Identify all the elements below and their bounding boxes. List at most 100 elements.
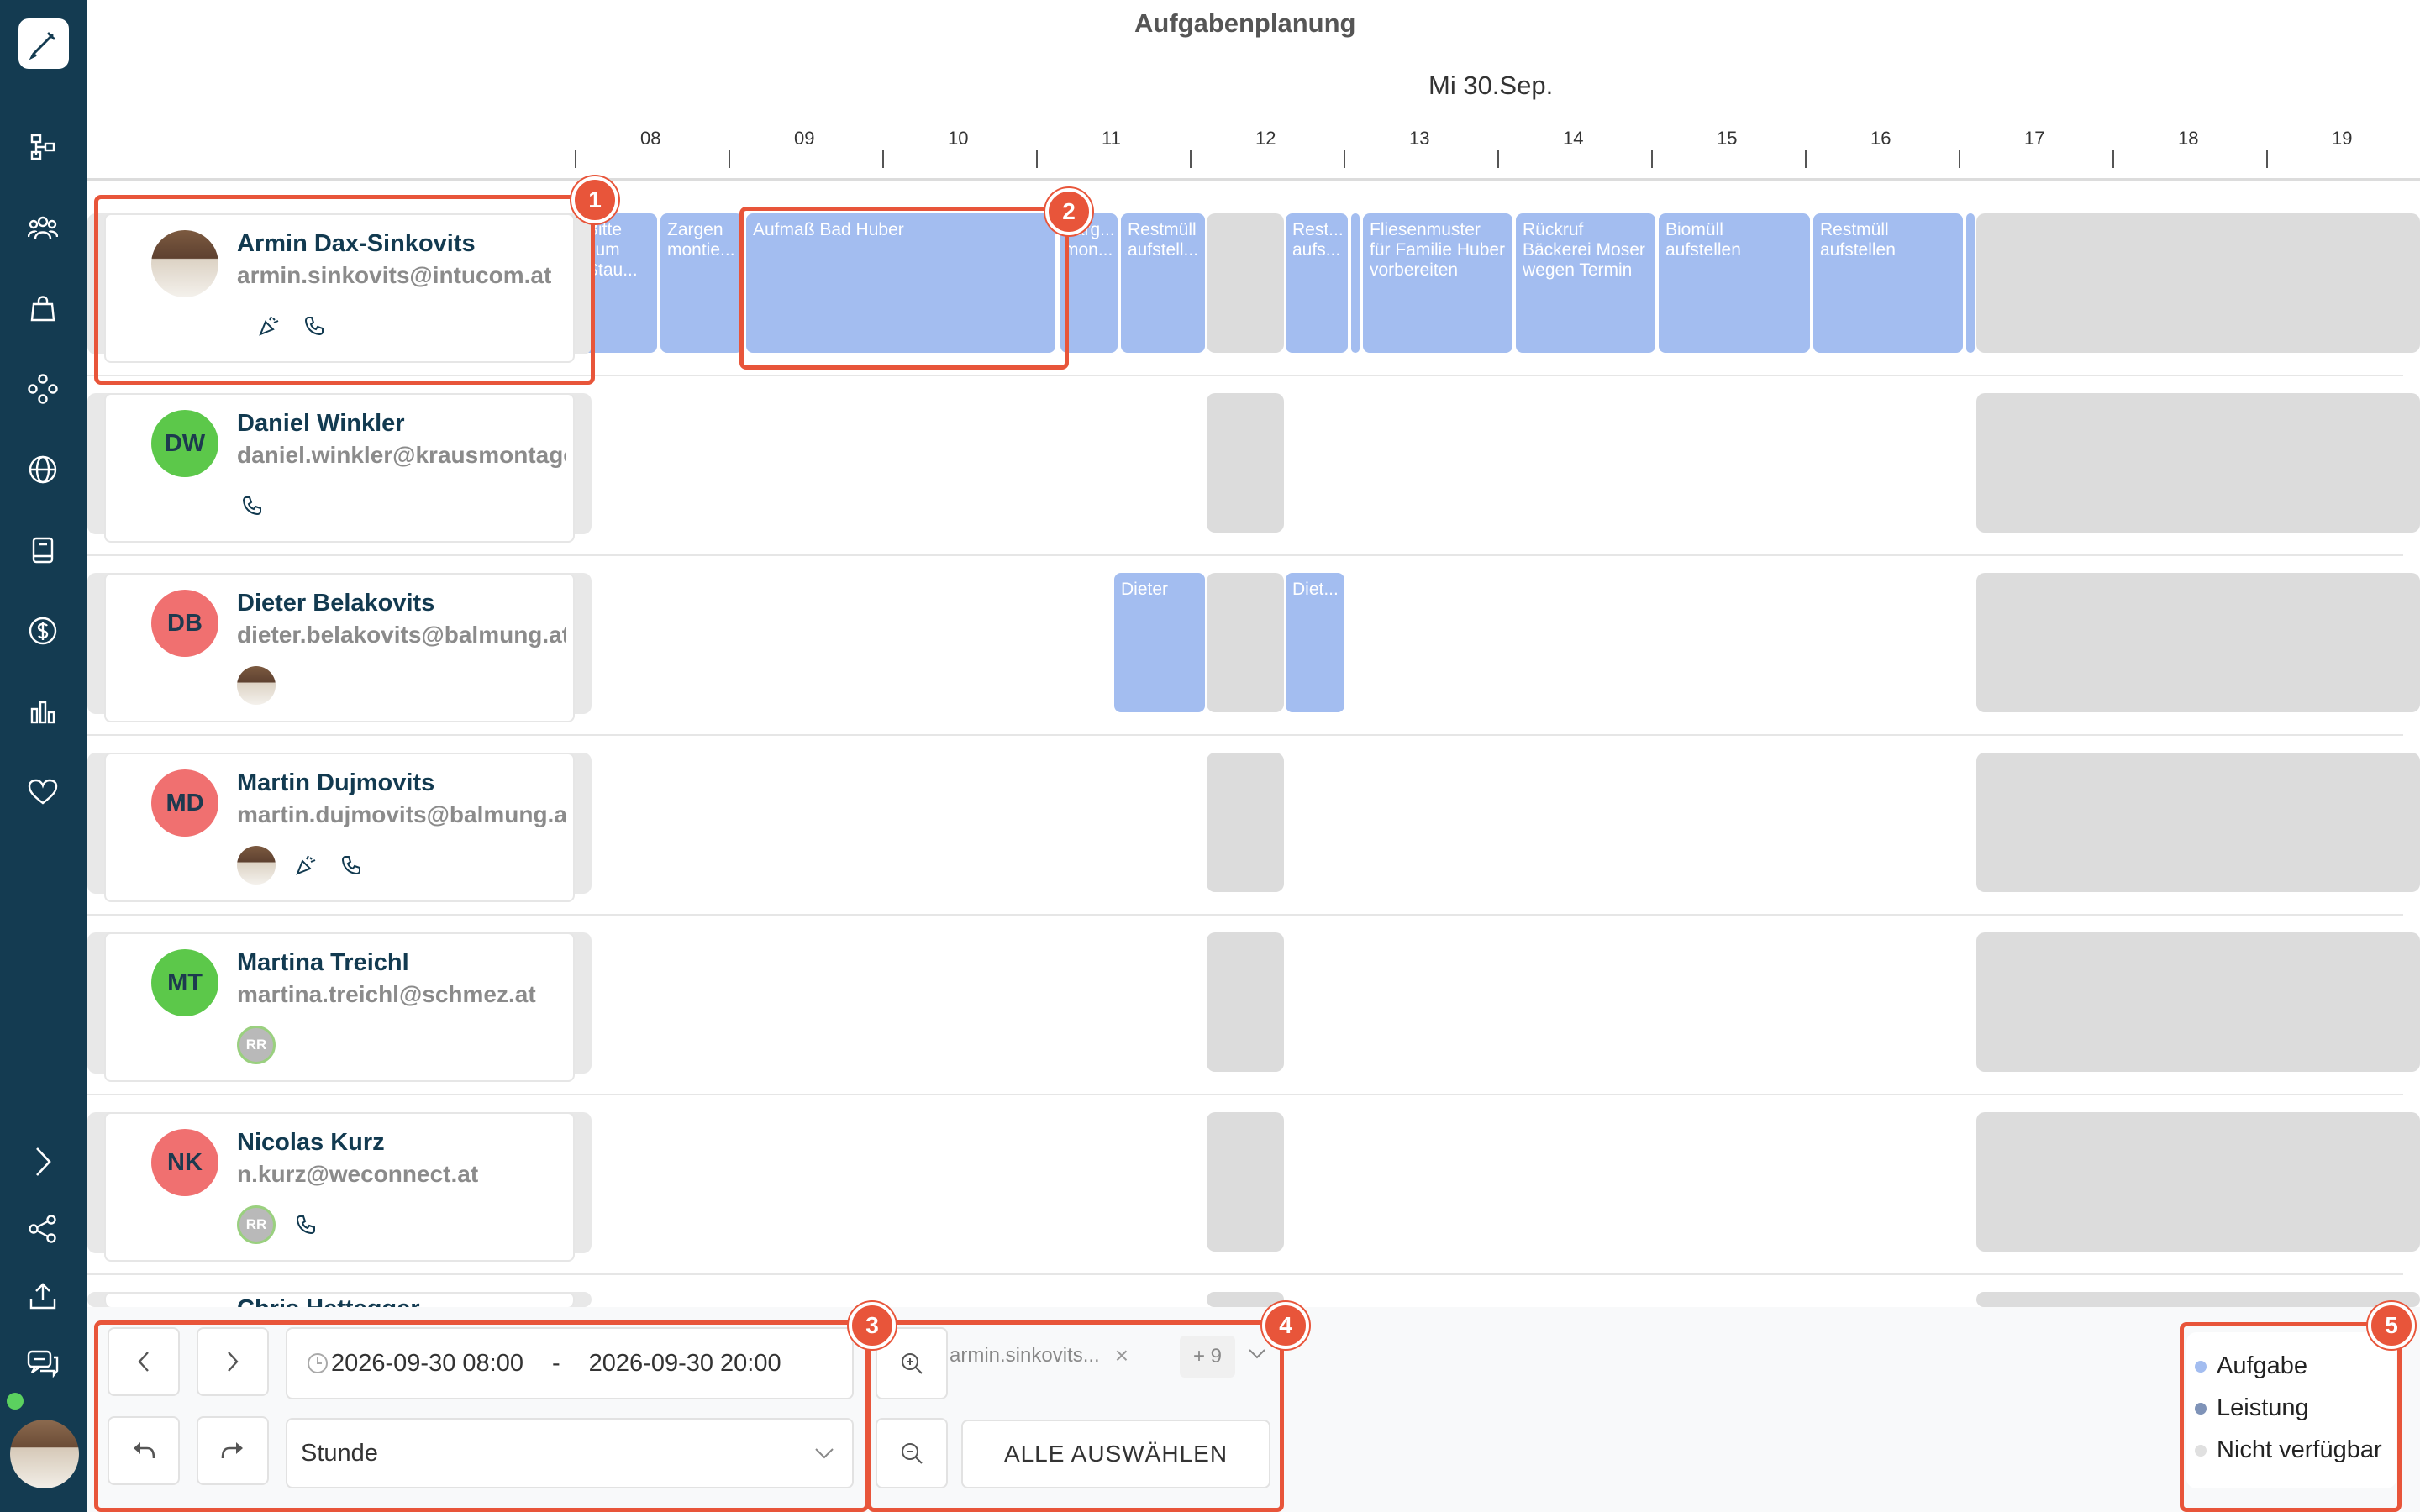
sidebar: [0, 0, 87, 1512]
book-icon[interactable]: [24, 531, 62, 570]
legend-item: Aufgabe: [2195, 1352, 2307, 1380]
employee-icons: [237, 665, 276, 706]
party-popper-icon[interactable]: [291, 850, 321, 880]
employee-email: daniel.winkler@krausmontage.at: [237, 442, 566, 468]
employee-name: Martina Treichl: [237, 949, 409, 976]
employee-card[interactable]: Armin Dax-Sinkovits armin.sinkovits@intu…: [104, 213, 575, 363]
hour-tick: [882, 150, 884, 168]
task-block[interactable]: [1351, 213, 1360, 353]
employee-name: Dieter Belakovits: [237, 590, 435, 617]
clock-icon: [308, 1353, 328, 1373]
initials-badge[interactable]: RR: [237, 1026, 276, 1064]
hour-label: 18: [2178, 128, 2199, 149]
task-block[interactable]: Restmüll aufstell...: [1121, 213, 1205, 353]
phone-icon[interactable]: [299, 311, 329, 341]
unavailable-block: [1207, 932, 1284, 1072]
task-block[interactable]: Rest... aufs...: [1286, 213, 1348, 353]
dollar-icon[interactable]: [24, 612, 62, 650]
employee-card[interactable]: DB Dieter Belakovits dieter.belakovits@b…: [104, 573, 575, 722]
filter-chip[interactable]: armin.sinkovits... ×: [950, 1336, 1128, 1376]
employee-card[interactable]: MD Martin Dujmovits martin.dujmovits@bal…: [104, 753, 575, 902]
row-divider: [87, 375, 2403, 376]
undo-button[interactable]: [108, 1416, 180, 1485]
current-user-avatar[interactable]: [10, 1420, 79, 1488]
phone-icon[interactable]: [237, 491, 267, 521]
assigned-user-avatar[interactable]: [237, 666, 276, 705]
unavailable-block: [1207, 753, 1284, 892]
chevron-down-icon[interactable]: [1247, 1347, 1267, 1361]
app-logo[interactable]: [18, 18, 69, 69]
filter-chip-label: armin.sinkovits...: [950, 1344, 1100, 1367]
initials-badge[interactable]: RR: [237, 1205, 276, 1244]
hour-tick: [1344, 150, 1345, 168]
hour-label: 08: [640, 128, 661, 149]
interval-select[interactable]: Stunde: [286, 1418, 854, 1488]
chevron-right-icon[interactable]: [24, 1142, 62, 1181]
employee-card[interactable]: MT Martina Treichl martina.treichl@schme…: [104, 932, 575, 1082]
callout-marker: 5: [2368, 1302, 2415, 1349]
phone-icon[interactable]: [291, 1210, 321, 1240]
globe-icon[interactable]: [24, 450, 62, 489]
callout-marker: 4: [1262, 1302, 1309, 1349]
redo-icon: [221, 1442, 243, 1459]
unavailable-block: [1976, 393, 2420, 533]
task-block[interactable]: Restmüll aufstellen: [1813, 213, 1963, 353]
task-block[interactable]: Rückruf Bäckerei Moser wegen Termin: [1516, 213, 1655, 353]
timeline-header-divider: [87, 178, 2420, 181]
callout-marker: 1: [571, 176, 618, 223]
share-icon[interactable]: [24, 1210, 62, 1248]
bag-icon[interactable]: [24, 289, 62, 328]
employee-avatar: DW: [151, 410, 218, 477]
unavailable-block: [1976, 213, 2420, 353]
task-block[interactable]: Aufmaß Bad Huber: [746, 213, 1055, 353]
employee-name: Armin Dax-Sinkovits: [237, 230, 476, 257]
row-divider: [87, 914, 2403, 916]
legend: Aufgabe Leistung Nicht verfügbar: [2186, 1332, 2396, 1488]
filter-more-count[interactable]: + 9: [1180, 1336, 1236, 1378]
select-all-button[interactable]: ALLE AUSWÄHLEN: [961, 1420, 1270, 1488]
employee-card[interactable]: DW Daniel Winkler daniel.winkler@krausmo…: [104, 393, 575, 543]
flowchart-icon[interactable]: [24, 128, 62, 166]
date-to[interactable]: 2026-09-30 20:00: [589, 1350, 781, 1378]
party-popper-icon[interactable]: [254, 311, 284, 341]
phone-icon[interactable]: [336, 850, 366, 880]
employee-email: armin.sinkovits@intucom.at: [237, 262, 552, 288]
zoom-out-button[interactable]: [876, 1418, 948, 1488]
date-from[interactable]: 2026-09-30 08:00: [331, 1350, 523, 1378]
row-divider: [87, 1273, 2403, 1275]
hour-label: 12: [1255, 128, 1276, 149]
employee-avatar: NK: [151, 1129, 218, 1196]
unavailable-block: [1976, 1112, 2420, 1252]
employee-name: Martin Dujmovits: [237, 769, 435, 796]
unavailable-block: [1976, 1292, 2420, 1307]
employee-card[interactable]: NK Nicolas Kurz n.kurz@weconnect.at RR: [104, 1112, 575, 1262]
close-icon[interactable]: ×: [1115, 1342, 1128, 1369]
employee-card[interactable]: Chris Hettegger: [104, 1292, 575, 1307]
nodes-icon[interactable]: [24, 370, 62, 408]
employee-name: Chris Hettegger: [237, 1295, 573, 1307]
pen-logo-icon: [29, 32, 55, 60]
task-block[interactable]: Biomüll aufstellen: [1659, 213, 1810, 353]
callout-marker: 2: [1045, 188, 1092, 235]
employee-email: n.kurz@weconnect.at: [237, 1161, 479, 1187]
task-block[interactable]: Zargen montie...: [660, 213, 743, 353]
unavailable-block: [1207, 393, 1284, 533]
employee-email: dieter.belakovits@balmung.at: [237, 622, 566, 648]
next-button[interactable]: [197, 1327, 269, 1396]
assigned-user-avatar[interactable]: [237, 846, 276, 885]
date-range-field[interactable]: 2026-09-30 08:00 - 2026-09-30 20:00: [286, 1327, 854, 1399]
task-block[interactable]: Diet...: [1286, 573, 1344, 712]
redo-button[interactable]: [197, 1416, 269, 1485]
upload-icon[interactable]: [24, 1277, 62, 1315]
task-block[interactable]: Fliesenmuster für Familie Huber vorberei…: [1363, 213, 1512, 353]
employee-name: Daniel Winkler: [237, 410, 405, 437]
chat-icon[interactable]: [24, 1344, 62, 1383]
users-icon[interactable]: [24, 208, 62, 247]
bar-chart-icon[interactable]: [24, 692, 62, 731]
heart-icon[interactable]: [24, 773, 62, 811]
task-block[interactable]: [1966, 213, 1975, 353]
hour-tick: [575, 150, 576, 168]
previous-button[interactable]: [108, 1327, 180, 1396]
task-block[interactable]: Dieter: [1114, 573, 1205, 712]
employee-name: Nicolas Kurz: [237, 1129, 385, 1156]
